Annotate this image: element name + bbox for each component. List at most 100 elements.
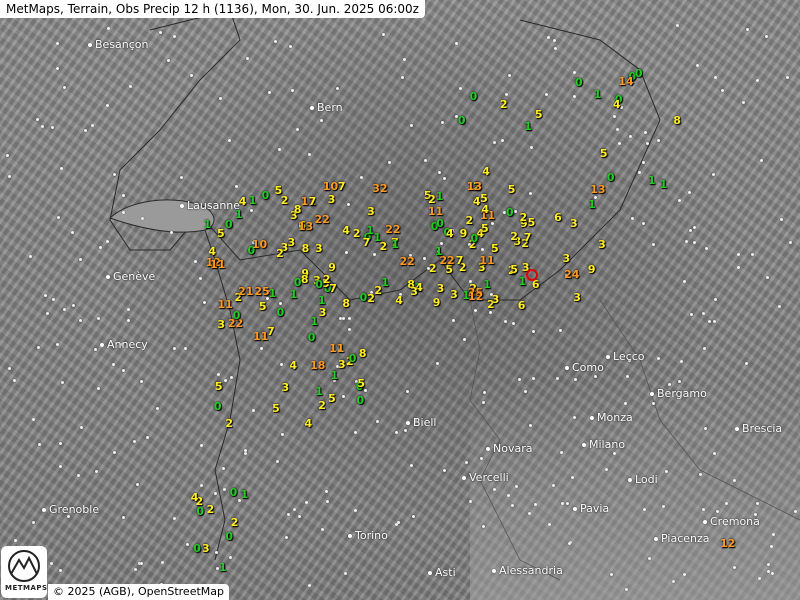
precip-value[interactable]: 8 [342, 298, 350, 309]
precip-value[interactable]: 11 [428, 206, 443, 217]
selected-station-marker[interactable] [526, 269, 538, 281]
precip-value[interactable]: 2 [225, 418, 233, 429]
precip-value[interactable]: 11 [329, 343, 344, 354]
precip-value[interactable]: 1 [391, 239, 399, 250]
precip-value[interactable]: 2 [353, 228, 361, 239]
precip-value[interactable]: 10 [323, 181, 338, 192]
precip-value[interactable]: 1 [235, 209, 243, 220]
precip-value[interactable]: 1 [381, 277, 389, 288]
precip-value[interactable]: 1 [648, 175, 656, 186]
precip-value[interactable]: 1 [310, 316, 318, 327]
precip-value[interactable]: 4 [395, 295, 403, 306]
precip-value[interactable]: 0 [230, 487, 238, 498]
precip-value[interactable]: 13 [467, 181, 482, 192]
precip-value[interactable]: 10 [252, 239, 267, 250]
precip-value[interactable]: 3 [563, 253, 571, 264]
precip-value[interactable]: 0 [196, 506, 204, 517]
precip-value[interactable]: 1 [366, 225, 374, 236]
precip-value[interactable]: 9 [460, 228, 468, 239]
precip-value[interactable]: 5 [328, 393, 336, 404]
precip-value[interactable]: 1 [249, 195, 257, 206]
precip-value[interactable]: 25 [254, 286, 269, 297]
precip-value[interactable]: 0 [315, 279, 323, 290]
precip-value[interactable]: 3 [450, 289, 458, 300]
metmaps-logo[interactable]: METMAPS [1, 546, 47, 598]
precip-value[interactable]: 9 [433, 297, 441, 308]
precip-value[interactable]: 0 [225, 219, 233, 230]
precip-value[interactable]: 7 [363, 237, 371, 248]
precip-value[interactable]: 21 [238, 286, 253, 297]
precip-value[interactable]: 13 [590, 184, 605, 195]
precip-value[interactable]: 3 [598, 239, 606, 250]
precip-value[interactable]: 7 [456, 255, 464, 266]
precip-value[interactable]: 0 [471, 233, 479, 244]
precip-value[interactable]: 1 [588, 199, 596, 210]
precip-value[interactable]: 1 [318, 295, 326, 306]
precip-value[interactable]: 4 [446, 228, 454, 239]
precip-value[interactable]: 2 [520, 212, 528, 223]
precip-value[interactable]: 5 [215, 381, 223, 392]
precip-value[interactable]: 32 [372, 183, 387, 194]
precip-value[interactable]: 0 [506, 207, 514, 218]
precip-value[interactable]: 2 [510, 231, 518, 242]
precip-value[interactable]: 0 [262, 190, 270, 201]
precip-value[interactable]: 3 [217, 319, 225, 330]
precip-value[interactable]: 2 [428, 194, 436, 205]
precip-value[interactable]: 0 [308, 332, 316, 343]
precip-value[interactable]: 4 [191, 492, 199, 503]
precip-value[interactable]: 1 [518, 276, 526, 287]
precip-value[interactable]: 9 [588, 264, 596, 275]
precip-value[interactable]: 3 [287, 237, 295, 248]
precip-value[interactable]: 5 [491, 243, 499, 254]
precip-value[interactable]: 1 [594, 89, 602, 100]
precip-value[interactable]: 1 [204, 219, 212, 230]
precip-value[interactable]: 6 [554, 212, 562, 223]
precip-value[interactable]: 8 [301, 274, 309, 285]
precip-value[interactable]: 5 [272, 403, 280, 414]
precip-value[interactable]: 4 [481, 204, 489, 215]
precip-value[interactable]: 3 [202, 543, 210, 554]
precip-value[interactable]: 4 [473, 196, 481, 207]
precip-value[interactable]: 5 [508, 184, 516, 195]
precip-value[interactable]: 0 [635, 68, 643, 79]
precip-value[interactable]: 7 [309, 196, 317, 207]
precip-value[interactable]: 4 [289, 360, 297, 371]
precip-value[interactable]: 5 [600, 148, 608, 159]
precip-value[interactable]: 24 [564, 269, 579, 280]
precip-value[interactable]: 8 [673, 115, 681, 126]
precip-value[interactable]: 7 [329, 283, 337, 294]
precip-value[interactable]: 4 [482, 166, 490, 177]
precip-value[interactable]: 3 [319, 307, 327, 318]
precip-value[interactable]: 14 [618, 76, 633, 87]
precip-value[interactable]: 11 [217, 299, 232, 310]
precip-value[interactable]: 0 [357, 395, 365, 406]
precip-value[interactable]: 7 [267, 326, 275, 337]
precip-value[interactable]: 3 [570, 218, 578, 229]
precip-value[interactable]: 1 [315, 386, 323, 397]
precip-value[interactable]: 1 [524, 121, 532, 132]
precip-value[interactable]: 11 [210, 259, 225, 270]
precip-value[interactable]: 0 [214, 401, 222, 412]
precip-value[interactable]: 5 [510, 264, 518, 275]
precip-value[interactable]: 2 [367, 293, 375, 304]
precip-value[interactable]: 3 [315, 243, 323, 254]
precip-value[interactable]: 2 [465, 215, 473, 226]
precip-value[interactable]: 4 [304, 418, 312, 429]
precip-value[interactable]: 22 [385, 224, 400, 235]
precip-value[interactable]: 11 [479, 255, 494, 266]
precip-value[interactable]: 1 [660, 179, 668, 190]
precip-value[interactable]: 3 [367, 206, 375, 217]
precip-value[interactable]: 2 [429, 263, 437, 274]
precip-value[interactable]: 5 [357, 378, 365, 389]
precip-value[interactable]: 3 [282, 382, 290, 393]
precip-value[interactable]: 5 [528, 217, 536, 228]
precip-value[interactable]: 0 [436, 218, 444, 229]
precip-value[interactable]: 2 [207, 504, 215, 515]
precip-value[interactable]: 0 [575, 77, 583, 88]
precip-value[interactable]: 13 [298, 221, 313, 232]
precip-value[interactable]: 2 [318, 400, 326, 411]
precip-value[interactable]: 2 [276, 248, 284, 259]
precip-value[interactable]: 1 [483, 279, 491, 290]
precip-value[interactable]: 12 [720, 538, 735, 549]
precip-value[interactable]: 0 [225, 531, 233, 542]
